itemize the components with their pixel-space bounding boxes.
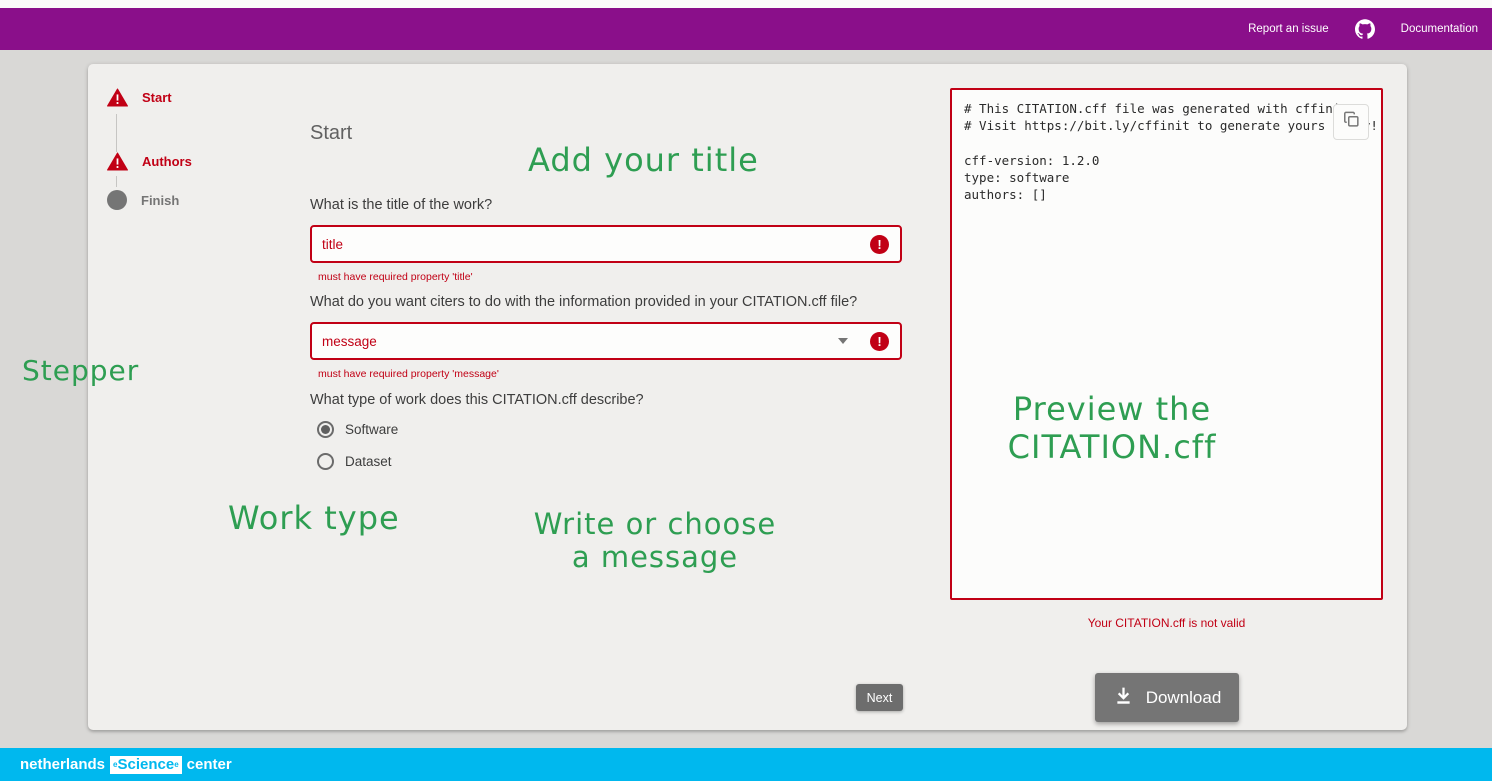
annotation-preview-citation: Preview the CITATION.cff — [972, 390, 1252, 467]
radio-label: Dataset — [345, 454, 392, 469]
message-question-label: What do you want citers to do with the i… — [310, 294, 857, 310]
radio-button-icon — [317, 421, 334, 438]
radio-label: Software — [345, 422, 398, 437]
step-label: Start — [142, 90, 172, 105]
download-icon — [1113, 685, 1134, 711]
stepper-step-start[interactable]: Start — [107, 88, 172, 107]
error-icon: ! — [870, 235, 889, 254]
escience-center-logo: netherlands eSciencee center — [20, 756, 232, 774]
copy-icon — [1342, 110, 1361, 134]
worktype-question-label: What type of work does this CITATION.cff… — [310, 392, 644, 408]
citation-preview-pane: # This CITATION.cff file was generated w… — [950, 88, 1383, 600]
top-strip — [0, 0, 1492, 8]
stepper-connector — [116, 176, 117, 187]
title-error-text: must have required property 'title' — [318, 271, 473, 283]
title-question-label: What is the title of the work? — [310, 197, 492, 213]
page-title: Start — [310, 122, 352, 145]
app-footer: netherlands eSciencee center — [0, 748, 1492, 781]
app-header: Report an issue Documentation — [0, 8, 1492, 50]
message-select-value: message — [312, 334, 838, 349]
copy-button[interactable] — [1333, 104, 1369, 140]
message-error-text: must have required property 'message' — [318, 368, 499, 380]
annotation-work-type: Work type — [228, 500, 400, 537]
radio-software[interactable]: Software — [317, 421, 398, 438]
step-label: Finish — [141, 193, 179, 208]
logo-science-highlight: eSciencee — [110, 756, 182, 774]
annotation-write-or-choose: Write or choose a message — [520, 508, 790, 575]
citation-code: # This CITATION.cff file was generated w… — [964, 100, 1373, 204]
title-input[interactable] — [312, 237, 870, 252]
message-select[interactable]: message ! — [310, 322, 902, 360]
download-button[interactable]: Download — [1095, 673, 1239, 722]
stepper-step-finish[interactable]: Finish — [107, 190, 179, 210]
chevron-down-icon — [838, 338, 848, 344]
github-icon[interactable] — [1355, 19, 1375, 39]
step-circle-icon — [107, 190, 127, 210]
report-issue-link[interactable]: Report an issue — [1248, 23, 1329, 35]
download-label: Download — [1146, 688, 1222, 708]
warning-icon — [107, 88, 128, 107]
annotation-stepper: Stepper — [22, 355, 139, 387]
stepper-connector — [116, 114, 117, 152]
radio-dataset[interactable]: Dataset — [317, 453, 392, 470]
logo-netherlands: netherlands — [20, 756, 105, 773]
warning-icon — [107, 152, 128, 171]
radio-button-icon — [317, 453, 334, 470]
documentation-link[interactable]: Documentation — [1401, 23, 1478, 35]
stepper-step-authors[interactable]: Authors — [107, 152, 192, 171]
validation-status-text: Your CITATION.cff is not valid — [950, 616, 1383, 630]
error-icon: ! — [870, 332, 889, 351]
next-button[interactable]: Next — [856, 684, 903, 711]
annotation-add-your-title: Add your title — [528, 142, 759, 179]
logo-center: center — [187, 756, 232, 773]
step-label: Authors — [142, 154, 192, 169]
title-field-wrapper: ! — [310, 225, 902, 263]
